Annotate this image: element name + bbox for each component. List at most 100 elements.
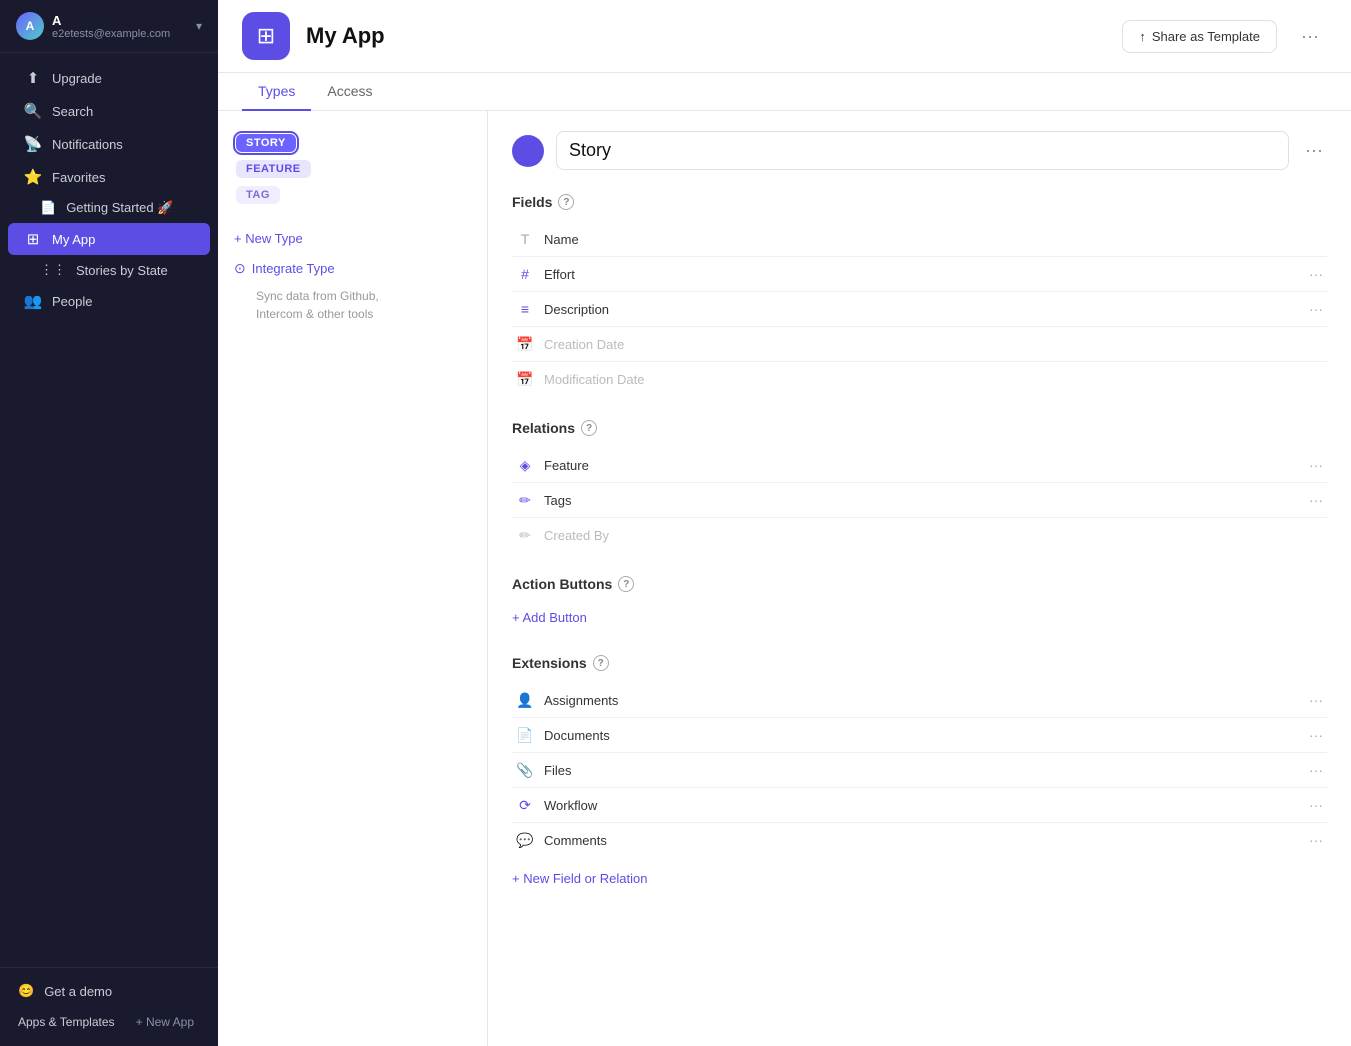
field-row: ⟳ Workflow ··· (512, 788, 1327, 823)
sidebar-item-stories-by-state[interactable]: ⋮⋮ Stories by State (8, 256, 210, 284)
sidebar-item-label: Search (52, 104, 93, 119)
share-template-button[interactable]: ↑ Share as Template (1122, 20, 1277, 53)
field-more-button[interactable]: ··· (1309, 692, 1323, 708)
search-icon: 🔍 (24, 102, 42, 120)
field-row: 💬 Comments ··· (512, 823, 1327, 857)
star-icon: ⭐ (24, 168, 42, 186)
field-name: Feature (544, 458, 1299, 473)
type-tag-tag[interactable]: TAG (236, 186, 280, 204)
fields-help-icon[interactable]: ? (558, 194, 574, 210)
field-name: Creation Date (544, 337, 1323, 352)
text-icon: T (516, 230, 534, 248)
action-buttons-help-icon[interactable]: ? (618, 576, 634, 592)
sidebar-item-notifications[interactable]: 📡 Notifications (8, 128, 210, 160)
list-icon: ⋮⋮ (40, 262, 66, 278)
field-more-button[interactable]: ··· (1309, 727, 1323, 743)
avatar: A (16, 12, 44, 40)
types-panel: STORY FEATURE TAG + New Type ⊙ ⊙ Integra… (218, 111, 488, 1046)
sidebar-item-upgrade[interactable]: ⬆ Upgrade (8, 62, 210, 94)
integrate-icon: ⊙ (234, 260, 246, 277)
upgrade-icon: ⬆ (24, 69, 42, 87)
doc-icon: 📄 (40, 200, 56, 216)
field-name: Documents (544, 728, 1299, 743)
field-row: ◈ Feature ··· (512, 448, 1327, 483)
field-name: Tags (544, 493, 1299, 508)
type-name-input[interactable] (556, 131, 1289, 170)
description-icon: ≡ (516, 300, 534, 318)
field-more-button[interactable]: ··· (1309, 457, 1323, 473)
sidebar-item-people[interactable]: 👥 People (8, 285, 210, 317)
user-info: A e2etests@example.com (52, 13, 188, 40)
content-area: STORY FEATURE TAG + New Type ⊙ ⊙ Integra… (218, 111, 1351, 1046)
fields-list: T Name # Effort ··· ≡ Description ··· 📅 … (512, 222, 1327, 396)
field-more-button[interactable]: ··· (1309, 797, 1323, 813)
field-name: Description (544, 302, 1299, 317)
sidebar-item-label: My App (52, 232, 95, 247)
share-icon: ↑ (1139, 29, 1146, 44)
tab-types[interactable]: Types (242, 73, 311, 111)
type-tag-feature[interactable]: FEATURE (236, 160, 311, 178)
user-row[interactable]: A A e2etests@example.com ▾ (16, 12, 202, 40)
sidebar-item-label: Get a demo (44, 984, 112, 999)
field-row: ✏ Created By (512, 518, 1327, 552)
sidebar-bottom: 😊 Get a demo Apps & Templates + New App (0, 967, 218, 1046)
field-row: ✏ Tags ··· (512, 483, 1327, 518)
field-more-button[interactable]: ··· (1309, 266, 1323, 282)
field-more-button[interactable]: ··· (1309, 762, 1323, 778)
sidebar-item-label: Notifications (52, 137, 123, 152)
field-row: 📅 Modification Date (512, 362, 1327, 396)
new-type-button[interactable]: + New Type (234, 227, 471, 250)
extensions-section-heading: Extensions ? (512, 655, 1327, 671)
field-row: T Name (512, 222, 1327, 257)
apps-templates-bar: Apps & Templates + New App (8, 1006, 210, 1038)
main-content: ⊞ My App ↑ Share as Template ··· Types A… (218, 0, 1351, 1046)
extensions-list: 👤 Assignments ··· 📄 Documents ··· 📎 File… (512, 683, 1327, 857)
detail-panel: ··· Fields ? T Name # Effort ··· ≡ (488, 111, 1351, 1046)
sidebar-item-get-a-demo[interactable]: 😊 Get a demo (8, 976, 210, 1006)
sidebar-item-my-app[interactable]: ⊞ My App (8, 223, 210, 255)
sidebar-top: A A e2etests@example.com ▾ (0, 0, 218, 53)
field-name: Workflow (544, 798, 1299, 813)
user-email: e2etests@example.com (52, 28, 188, 40)
sidebar-item-label: People (52, 294, 92, 309)
field-name: Effort (544, 267, 1299, 282)
type-tag-story[interactable]: STORY (236, 134, 296, 152)
sidebar-item-search[interactable]: 🔍 Search (8, 95, 210, 127)
field-more-button[interactable]: ··· (1309, 832, 1323, 848)
notifications-icon: 📡 (24, 135, 42, 153)
hash-icon: # (516, 265, 534, 283)
field-row: # Effort ··· (512, 257, 1327, 292)
new-app-button[interactable]: + New App (130, 1013, 200, 1031)
sidebar: A A e2etests@example.com ▾ ⬆ Upgrade 🔍 S… (0, 0, 218, 1046)
extensions-help-icon[interactable]: ? (593, 655, 609, 671)
field-name: Modification Date (544, 372, 1323, 387)
integrate-type-button[interactable]: ⊙ ⊙ Integrate Type Integrate Type (234, 256, 471, 281)
feature-relation-icon: ◈ (516, 456, 534, 474)
apps-templates-label: Apps & Templates (18, 1015, 124, 1029)
field-name: Assignments (544, 693, 1299, 708)
relations-help-icon[interactable]: ? (581, 420, 597, 436)
field-more-button[interactable]: ··· (1309, 301, 1323, 317)
tags-relation-icon: ✏ (516, 491, 534, 509)
header-more-button[interactable]: ··· (1293, 18, 1327, 55)
relations-section-heading: Relations ? (512, 420, 1327, 436)
fields-section-heading: Fields ? (512, 194, 1327, 210)
demo-icon: 😊 (18, 983, 34, 999)
sidebar-item-getting-started[interactable]: 📄 Getting Started 🚀 (8, 194, 210, 222)
assignments-icon: 👤 (516, 691, 534, 709)
sidebar-item-label: Favorites (52, 170, 105, 185)
new-field-relation-link[interactable]: + New Field or Relation (512, 865, 1327, 892)
type-color-dot[interactable] (512, 135, 544, 167)
comments-icon: 💬 (516, 831, 534, 849)
calendar-icon: 📅 (516, 370, 534, 388)
add-button-link[interactable]: + Add Button (512, 604, 1327, 631)
field-row: 📅 Creation Date (512, 327, 1327, 362)
field-name: Comments (544, 833, 1299, 848)
sidebar-item-favorites[interactable]: ⭐ Favorites (8, 161, 210, 193)
relations-list: ◈ Feature ··· ✏ Tags ··· ✏ Created By (512, 448, 1327, 552)
documents-icon: 📄 (516, 726, 534, 744)
type-more-button[interactable]: ··· (1301, 136, 1327, 165)
field-more-button[interactable]: ··· (1309, 492, 1323, 508)
app-icon: ⊞ (242, 12, 290, 60)
tab-access[interactable]: Access (311, 73, 388, 111)
